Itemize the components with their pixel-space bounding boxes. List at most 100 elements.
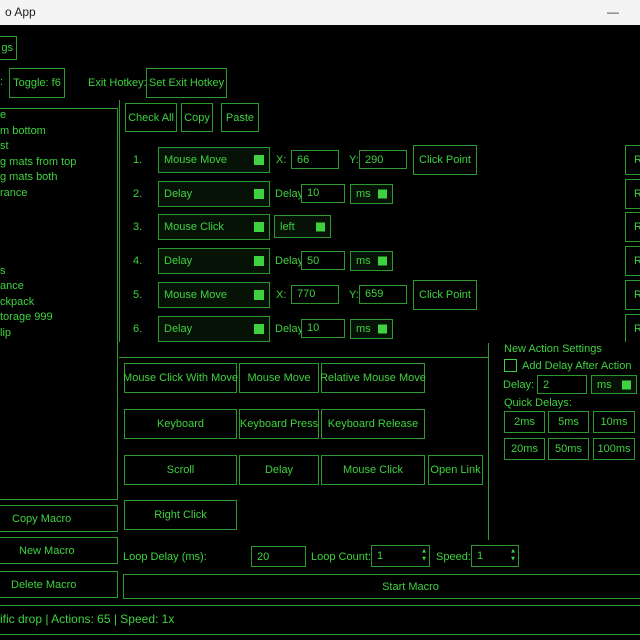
dropdown-indicator-icon — [254, 290, 264, 300]
action-type-dropdown[interactable]: Delay — [158, 316, 270, 342]
click-point-button[interactable]: Click Point — [413, 280, 477, 310]
copy-button[interactable]: Copy — [181, 103, 213, 132]
quick-delay-button-100ms[interactable]: 100ms — [593, 438, 635, 460]
quick-delay-button-10ms[interactable]: 10ms — [593, 411, 635, 433]
y-label: Y: — [349, 145, 359, 175]
action-type-dropdown[interactable]: Delay — [158, 181, 270, 207]
titlebar: o App — — [0, 0, 640, 25]
macro-list-box[interactable]: em bottomstg mats from topg mats bothran… — [0, 108, 118, 500]
tool-button-mouse-click-with-move[interactable]: Mouse Click With Move — [124, 363, 237, 393]
delay-input[interactable]: 10 — [301, 184, 345, 203]
dropdown-indicator-icon — [622, 380, 631, 389]
action-type-dropdown[interactable]: Mouse Move — [158, 147, 270, 173]
tool-button-mouse-move[interactable]: Mouse Move — [239, 363, 319, 393]
new-action-delay-input[interactable]: 2 — [537, 375, 587, 394]
add-delay-checkbox[interactable] — [504, 359, 517, 372]
action-type-dropdown[interactable]: Mouse Move — [158, 282, 270, 308]
tool-button-open-link[interactable]: Open Link — [428, 455, 483, 485]
loop-count-stepper[interactable]: 1 ▲▼ — [371, 545, 430, 567]
y-input[interactable]: 659 — [359, 285, 407, 304]
x-label: X: — [276, 280, 286, 310]
spinner-up-icon[interactable]: ▲ — [422, 547, 426, 555]
delay-label: Delay — [275, 246, 303, 276]
check-all-button[interactable]: Check All — [125, 103, 177, 132]
spinner-up-icon[interactable]: ▲ — [511, 547, 515, 555]
click-point-button[interactable]: Click Point — [413, 145, 477, 175]
loop-delay-input[interactable]: 20 — [251, 546, 306, 567]
dropdown-indicator-icon — [316, 222, 325, 231]
speed-label: Speed: — [436, 551, 471, 563]
macro-list-item[interactable]: m bottom — [0, 123, 46, 139]
tool-button-keyboard-press[interactable]: Keyboard Press — [239, 409, 319, 439]
dropdown-indicator-icon — [378, 189, 387, 198]
delay-input[interactable]: 10 — [301, 319, 345, 338]
tool-button-right-click[interactable]: Right Click — [124, 500, 237, 530]
macro-list-item[interactable]: torage 999 — [0, 309, 53, 325]
action-row: 1. Mouse MoveX: 66 Y:290 Click Point R — [120, 145, 640, 175]
remove-action-button[interactable]: R — [625, 280, 640, 310]
mouse-button-dropdown[interactable]: left — [274, 215, 331, 238]
copy-macro-button[interactable]: Copy Macro — [0, 505, 118, 532]
macro-list-item[interactable]: s — [0, 263, 6, 279]
spinner-down-icon[interactable]: ▼ — [422, 555, 426, 563]
delay-input[interactable]: 50 — [301, 251, 345, 270]
tool-button-delay[interactable]: Delay — [239, 455, 319, 485]
quick-delay-button-2ms[interactable]: 2ms — [504, 411, 545, 433]
tool-button-keyboard-release[interactable]: Keyboard Release — [321, 409, 425, 439]
remove-action-button[interactable]: R — [625, 145, 640, 175]
action-type-dropdown[interactable]: Delay — [158, 248, 270, 274]
loop-count-label: Loop Count: — [311, 551, 371, 563]
dropdown-indicator-icon — [378, 257, 387, 266]
new-macro-button[interactable]: New Macro — [0, 537, 118, 564]
delay-unit-dropdown[interactable]: ms — [350, 251, 393, 271]
quick-delay-button-20ms[interactable]: 20ms — [504, 438, 545, 460]
x-label: X: — [276, 145, 286, 175]
tool-button-relative-mouse-move[interactable]: Relative Mouse Move — [321, 363, 425, 393]
action-type-dropdown[interactable]: Mouse Click — [158, 214, 270, 240]
settings-separator — [488, 343, 489, 540]
exit-hotkey-label: Exit Hotkey: — [88, 77, 147, 89]
delay-unit-dropdown[interactable]: ms — [350, 319, 393, 339]
macro-list-item[interactable]: rance — [0, 185, 28, 201]
speed-stepper[interactable]: 1 ▲▼ — [471, 545, 519, 567]
y-label: Y: — [349, 280, 359, 310]
tool-button-mouse-click[interactable]: Mouse Click — [321, 455, 425, 485]
delete-macro-button[interactable]: Delete Macro — [0, 571, 118, 598]
action-type-dropdown-value: Delay — [164, 255, 192, 267]
paste-button[interactable]: Paste — [221, 103, 259, 132]
quick-delay-button-5ms[interactable]: 5ms — [548, 411, 589, 433]
macro-list-item[interactable]: st — [0, 138, 9, 154]
y-input[interactable]: 290 — [359, 150, 407, 169]
new-action-delay-unit-dropdown[interactable]: ms — [591, 375, 637, 394]
set-exit-hotkey-button[interactable]: Set Exit Hotkey — [146, 68, 227, 98]
quick-delay-button-50ms[interactable]: 50ms — [548, 438, 589, 460]
delay-label: Delay — [275, 314, 303, 343]
x-input[interactable]: 770 — [291, 285, 339, 304]
dropdown-indicator-icon — [254, 222, 264, 232]
start-macro-button[interactable]: Start Macro — [123, 574, 640, 599]
minimize-icon[interactable]: — — [600, 2, 626, 22]
action-index: 1. — [133, 145, 142, 175]
remove-action-button[interactable]: R — [625, 314, 640, 343]
macro-list-item[interactable]: ckpack — [0, 294, 34, 310]
menu-tab-settings[interactable]: gs — [0, 36, 17, 60]
spinner-down-icon[interactable]: ▼ — [511, 555, 515, 563]
tool-button-keyboard[interactable]: Keyboard — [124, 409, 237, 439]
remove-action-button[interactable]: R — [625, 179, 640, 209]
macro-list-item[interactable]: g mats from top — [0, 154, 76, 170]
macro-list-item[interactable]: lip — [0, 325, 11, 341]
remove-action-button[interactable]: R — [625, 212, 640, 242]
macro-list-item[interactable]: ance — [0, 278, 24, 294]
macro-list-item[interactable]: g mats both — [0, 169, 57, 185]
macro-list-item[interactable]: e — [0, 108, 6, 123]
delay-unit-dropdown-value: ms — [356, 188, 371, 200]
stepper-arrows: ▲▼ — [422, 547, 426, 563]
action-type-dropdown-value: Mouse Click — [164, 221, 224, 233]
x-input[interactable]: 66 — [291, 150, 339, 169]
statusbar-bottom-border — [0, 634, 640, 635]
toggle-hotkey-button[interactable]: Toggle: f6 — [9, 68, 65, 98]
tool-button-scroll[interactable]: Scroll — [124, 455, 237, 485]
remove-action-button[interactable]: R — [625, 246, 640, 276]
add-delay-checkbox-label: Add Delay After Action — [522, 360, 631, 372]
delay-unit-dropdown[interactable]: ms — [350, 184, 393, 204]
